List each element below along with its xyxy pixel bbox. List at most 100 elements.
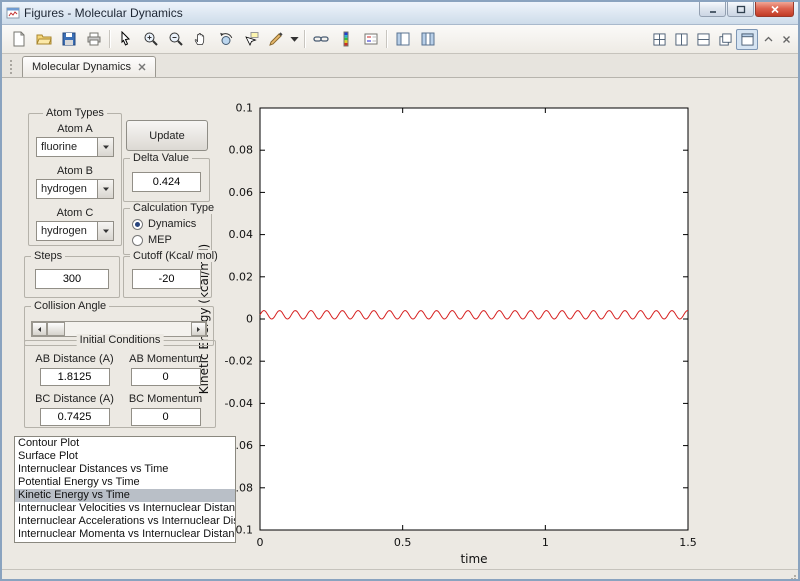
list-item[interactable]: Internuclear Accelerations vs Internucle…: [15, 515, 235, 528]
plot-type-listbox[interactable]: Contour PlotSurface PlotInternuclear Dis…: [14, 436, 236, 543]
titlebar[interactable]: Figures - Molecular Dynamics: [2, 2, 798, 25]
statusbar: [2, 569, 798, 581]
svg-text:0: 0: [257, 536, 264, 549]
atom-types-group: Atom Types Atom A fluorine Atom B hydrog…: [28, 113, 122, 246]
tabbar: Molecular Dynamics: [2, 54, 798, 78]
tabbar-grip[interactable]: [10, 60, 16, 74]
new-figure-button[interactable]: [6, 27, 31, 51]
rotate-3d-button[interactable]: [213, 27, 238, 51]
rotate-3d-icon: [218, 31, 234, 47]
pointer-icon: [118, 31, 134, 47]
atom-c-label: Atom C: [29, 207, 121, 219]
plot-pane[interactable]: -0.1-0.08-0.06-0.04-0.0200.020.040.060.0…: [188, 78, 768, 569]
insert-colorbar-button[interactable]: [333, 27, 358, 51]
radio-dynamics[interactable]: Dynamics: [132, 218, 211, 230]
list-item[interactable]: Contour Plot: [15, 437, 235, 450]
tab-close-icon: [138, 63, 146, 71]
tab-close-button[interactable]: [138, 63, 146, 71]
update-button[interactable]: Update: [126, 120, 208, 151]
open-folder-icon: [36, 31, 52, 47]
resize-grip-icon[interactable]: [786, 573, 797, 581]
print-icon: [86, 31, 102, 47]
atom-a-select[interactable]: fluorine: [36, 137, 114, 157]
bc-momentum-input[interactable]: [131, 408, 201, 426]
insert-legend-button[interactable]: [358, 27, 383, 51]
list-item[interactable]: Surface Plot: [15, 450, 235, 463]
list-item[interactable]: Internuclear Distances vs Time: [15, 463, 235, 476]
split-left-right-button[interactable]: [670, 29, 692, 50]
data-cursor-icon: [243, 31, 259, 47]
maximize-view-icon: [741, 33, 754, 46]
close-button[interactable]: [755, 2, 794, 17]
figure-app-icon: [6, 6, 20, 20]
toolbar-separator: [386, 30, 387, 48]
chevron-down-icon: [97, 222, 113, 240]
kinetic-energy-plot[interactable]: -0.1-0.08-0.06-0.04-0.0200.020.040.060.0…: [188, 78, 768, 569]
radio-mep[interactable]: MEP: [132, 234, 211, 246]
slider-left-arrow[interactable]: [32, 322, 47, 336]
list-item[interactable]: Internuclear Velocities vs Internuclear …: [15, 502, 235, 515]
toolbar-separator: [304, 30, 305, 48]
calculation-type-group: Calculation Type Dynamics MEP: [123, 208, 212, 255]
ab-momentum-input[interactable]: [131, 368, 201, 386]
print-figure-button[interactable]: [81, 27, 106, 51]
brush-dropdown-button[interactable]: [288, 27, 301, 51]
maximize-button[interactable]: [727, 2, 754, 17]
float-windows-button[interactable]: [714, 29, 736, 50]
radio-dynamics-label: Dynamics: [148, 218, 196, 230]
close-small-icon: [782, 35, 791, 44]
link-plot-button[interactable]: [308, 27, 333, 51]
save-figure-button[interactable]: [56, 27, 81, 51]
minimize-button[interactable]: [699, 2, 726, 17]
bc-distance-label: BC Distance (A): [29, 393, 120, 405]
ab-distance-label: AB Distance (A): [29, 353, 120, 365]
open-file-button[interactable]: [31, 27, 56, 51]
radio-button-icon: [132, 235, 143, 246]
atom-c-select[interactable]: hydrogen: [36, 221, 114, 241]
delta-value-input[interactable]: [132, 172, 201, 192]
list-item[interactable]: Kinetic Energy vs Time: [15, 489, 235, 502]
window-controls: [699, 2, 794, 17]
split-left-right-icon: [675, 33, 688, 46]
minimize-strip-button[interactable]: [760, 31, 776, 47]
figures-window: Figures - Molecular Dynamics: [0, 0, 800, 581]
split-top-bottom-button[interactable]: [692, 29, 714, 50]
svg-text:0: 0: [246, 313, 253, 326]
chevron-down-icon: [97, 180, 113, 198]
save-icon: [61, 31, 77, 47]
list-item[interactable]: Internuclear Momenta vs Internuclear Dis…: [15, 528, 235, 541]
zoom-out-button[interactable]: [163, 27, 188, 51]
collision-angle-title: Collision Angle: [31, 300, 109, 312]
initial-conditions-title: Initial Conditions: [77, 334, 164, 346]
cutoff-input[interactable]: [132, 269, 201, 289]
radio-button-icon: [132, 219, 143, 230]
edit-plot-button[interactable]: [113, 27, 138, 51]
show-plot-tools-button[interactable]: [415, 27, 440, 51]
atom-types-title: Atom Types: [43, 107, 107, 119]
pan-button[interactable]: [188, 27, 213, 51]
ab-distance-input[interactable]: [40, 368, 110, 386]
zoom-in-button[interactable]: [138, 27, 163, 51]
data-cursor-button[interactable]: [238, 27, 263, 51]
maximize-view-button[interactable]: [736, 29, 758, 50]
atom-b-label: Atom B: [29, 165, 121, 177]
tile-windows-icon: [653, 33, 666, 46]
tile-windows-button[interactable]: [648, 29, 670, 50]
tab-molecular-dynamics[interactable]: Molecular Dynamics: [22, 56, 156, 77]
hide-plot-tools-icon: [395, 31, 411, 47]
bc-distance-input[interactable]: [40, 408, 110, 426]
svg-text:time: time: [460, 552, 487, 566]
slider-thumb[interactable]: [47, 322, 65, 336]
steps-input[interactable]: [35, 269, 109, 289]
hide-plot-tools-button[interactable]: [390, 27, 415, 51]
slider-right-arrow[interactable]: [191, 322, 206, 336]
new-figure-icon: [11, 31, 27, 47]
atom-c-value: hydrogen: [37, 222, 97, 240]
brush-button[interactable]: [263, 27, 288, 51]
atom-b-select[interactable]: hydrogen: [36, 179, 114, 199]
svg-text:1: 1: [542, 536, 549, 549]
list-item[interactable]: Potential Energy vs Time: [15, 476, 235, 489]
atom-a-label: Atom A: [29, 123, 121, 135]
initial-conditions-group: Initial Conditions AB Distance (A) AB Mo…: [24, 340, 216, 428]
close-strip-button[interactable]: [778, 31, 794, 47]
